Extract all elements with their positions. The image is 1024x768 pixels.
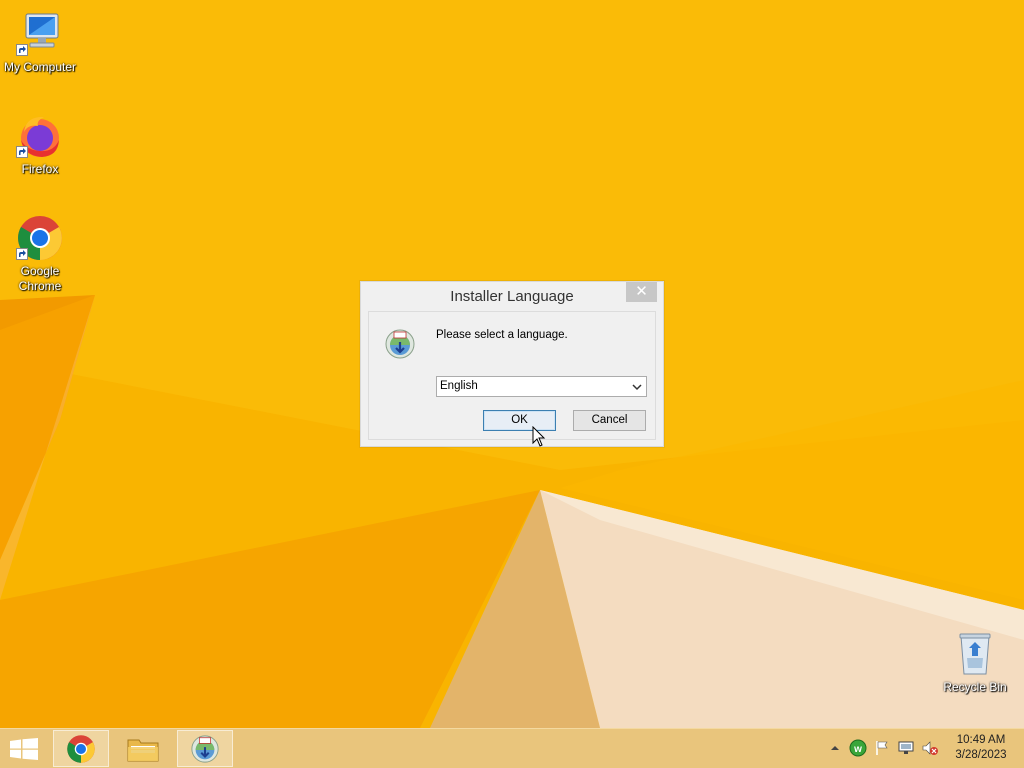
chrome-icon xyxy=(16,214,64,262)
green-w-icon: w xyxy=(849,739,867,757)
recycle-bin-icon xyxy=(951,630,999,678)
desktop-icon-recycle-bin[interactable]: Recycle Bin xyxy=(935,630,1015,695)
clock-date: 3/28/2023 xyxy=(955,749,1007,761)
taskbar: w 10:49 AM 3/28/2023 xyxy=(0,728,1024,768)
shortcut-arrow-icon xyxy=(16,248,28,260)
flag-icon xyxy=(876,741,888,755)
chevron-up-icon xyxy=(831,746,839,750)
desktop-icon-label: Recycle Bin xyxy=(943,680,1007,694)
desktop-icon-firefox[interactable]: Firefox xyxy=(0,112,80,177)
network-icon xyxy=(898,741,914,754)
desktop-icon-label: Firefox xyxy=(21,162,59,176)
clock-time: 10:49 AM xyxy=(956,734,1006,746)
taskbar-item-installer[interactable] xyxy=(177,730,233,767)
desktop: My Computer Firefox Google Chrome Recycl… xyxy=(0,0,1024,728)
network-button[interactable] xyxy=(897,739,915,757)
shortcut-arrow-icon xyxy=(16,44,28,56)
installer-icon xyxy=(384,328,416,365)
show-hidden-icons-button[interactable] xyxy=(826,739,844,757)
installer-icon xyxy=(191,734,219,763)
language-select[interactable]: English xyxy=(436,376,647,397)
action-center-button[interactable] xyxy=(873,739,891,757)
windows-logo-icon xyxy=(10,738,38,760)
close-button[interactable]: ✕ xyxy=(626,282,657,302)
installer-language-dialog: Installer Language ✕ Please select a lan… xyxy=(360,281,664,447)
clock[interactable]: 10:49 AM 3/28/2023 xyxy=(946,733,1016,763)
shortcut-arrow-icon xyxy=(16,146,28,158)
chrome-icon xyxy=(67,734,95,763)
volume-button[interactable] xyxy=(921,739,939,757)
tray-green-w[interactable]: w xyxy=(849,739,867,757)
dialog-titlebar[interactable]: Installer Language ✕ xyxy=(361,282,663,310)
start-button[interactable] xyxy=(0,730,48,767)
desktop-icon-google-chrome[interactable]: Google Chrome xyxy=(0,214,80,294)
computer-icon xyxy=(16,10,64,58)
desktop-icon-label: Google Chrome xyxy=(18,264,62,293)
firefox-icon xyxy=(16,112,64,160)
volume-muted-icon xyxy=(922,741,938,755)
desktop-icon-my-computer[interactable]: My Computer xyxy=(0,10,80,75)
dialog-content: Please select a language. English OK Can… xyxy=(368,311,656,440)
mouse-cursor-icon xyxy=(532,426,546,447)
svg-text:w: w xyxy=(853,744,862,755)
chevron-down-icon xyxy=(632,382,642,394)
folder-icon xyxy=(127,739,159,761)
taskbar-item-chrome[interactable] xyxy=(53,730,109,767)
dialog-title: Installer Language xyxy=(450,288,574,305)
language-select-value: English xyxy=(440,380,478,392)
cancel-button[interactable]: Cancel xyxy=(573,410,646,431)
desktop-icon-label: My Computer xyxy=(3,60,77,74)
language-prompt: Please select a language. xyxy=(436,329,568,341)
taskbar-item-file-explorer[interactable] xyxy=(115,730,171,767)
